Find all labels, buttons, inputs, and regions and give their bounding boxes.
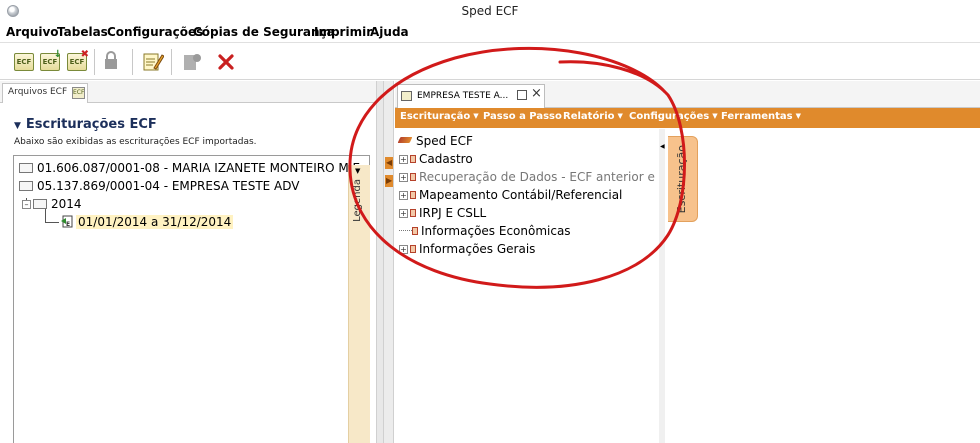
cadastro-label: Cadastro xyxy=(419,152,473,166)
legend-label: Legenda xyxy=(352,179,363,222)
legend-arrow-icon: ▼ xyxy=(355,167,361,175)
book-icon xyxy=(410,191,416,199)
title-bar: Sped ECF xyxy=(0,0,980,22)
lock-icon[interactable] xyxy=(102,51,124,73)
signature-icon[interactable] xyxy=(182,51,204,73)
ecf-file-icon: ECF xyxy=(72,87,85,99)
ecf-delete-icon[interactable]: ECF ✖ xyxy=(67,50,89,73)
tab-arquivos-ecf-label: Arquivos ECF xyxy=(8,87,68,97)
tree-line xyxy=(45,222,59,223)
toolbar-separator xyxy=(132,49,133,75)
tree-item-recuperacao[interactable]: + Recuperação de Dados - ECF anterior e P… xyxy=(399,170,665,184)
recuperacao-label: Recuperação de Dados - ECF anterior e PC xyxy=(419,170,665,184)
toolbar: ECF ECF ↓ ECF ✖ xyxy=(0,43,980,80)
irpj-csll-label: IRPJ E CSLL xyxy=(419,206,487,220)
right-tab-bar: EMPRESA TESTE A... × xyxy=(395,81,980,108)
tab-empresa-teste-label: EMPRESA TESTE A... xyxy=(417,91,509,101)
tree-item-cadastro[interactable]: + Cadastro xyxy=(399,152,473,166)
menu-tabelas[interactable]: Tabelas xyxy=(57,25,108,39)
informacoes-economicas-label: Informações Econômicas xyxy=(421,224,571,238)
close-red-icon[interactable] xyxy=(216,52,238,74)
sped-icon xyxy=(397,137,413,143)
tree-item-irpj-csll[interactable]: + IRPJ E CSLL xyxy=(399,206,486,220)
tree-item-period[interactable]: E 01/01/2014 a 31/12/2014 xyxy=(60,214,234,229)
tree-item-informacoes-economicas[interactable]: Informações Econômicas xyxy=(399,224,571,238)
section-title-text: Escriturações ECF xyxy=(25,117,157,132)
left-scrollbar[interactable] xyxy=(376,81,383,443)
informacoes-gerais-label: Informações Gerais xyxy=(419,242,536,256)
tree-item-year[interactable]: – 2014 xyxy=(22,197,82,211)
menu-bar: Arquivo Tabelas Configurações Cópias de … xyxy=(0,22,980,43)
menu-ajuda[interactable]: Ajuda xyxy=(370,25,409,39)
tree-item-informacoes-gerais[interactable]: + Informações Gerais xyxy=(399,242,535,256)
ecf-icon-label: ECF xyxy=(16,58,32,66)
ecf-icon[interactable]: ECF xyxy=(14,51,36,73)
toolbar-separator xyxy=(94,49,95,75)
left-tab-bar: Arquivos ECF ECF xyxy=(0,81,383,103)
escrituracao-side-tab-label: Escrituração xyxy=(675,145,688,214)
company-1-label: 01.606.087/0001-08 - MARIA IZANETE MONTE… xyxy=(37,161,364,175)
menu-escrituracao[interactable]: Escrituração ▼ xyxy=(400,111,479,122)
folder-icon xyxy=(19,181,33,191)
menu-relatorio[interactable]: Relatório ▼ xyxy=(563,111,623,122)
expand-box-icon[interactable]: + xyxy=(399,209,408,218)
book-icon xyxy=(410,245,416,253)
legend-tab[interactable]: ▼ Legenda xyxy=(348,165,370,443)
right-tree-scrollbar[interactable]: ◀ xyxy=(659,129,665,443)
right-panel: EMPRESA TESTE A... × Escrituração ▼ Passo… xyxy=(395,81,980,443)
menu-arquivo[interactable]: Arquivo xyxy=(6,25,59,39)
expand-box-icon[interactable]: + xyxy=(399,191,408,200)
collapse-left-icon[interactable]: ◀ xyxy=(385,157,393,169)
menu-passo-a-passo[interactable]: Passo a Passo xyxy=(483,111,562,122)
escrituracao-menu-bar: Escrituração ▼ Passo a Passo Relatório ▼ C… xyxy=(395,108,980,128)
mapeamento-label: Mapeamento Contábil/Referencial xyxy=(419,188,623,202)
expand-right-icon[interactable]: ▶ xyxy=(385,175,393,187)
folder-icon xyxy=(19,163,33,173)
svg-text:E: E xyxy=(66,221,70,228)
sped-ecf-tree: Sped ECF + Cadastro + Recuperação de Dados… xyxy=(395,129,665,443)
book-icon xyxy=(410,155,416,163)
tree-item-company-2[interactable]: 05.137.869/0001-04 - EMPRESA TESTE ADV xyxy=(19,179,300,193)
tree-line xyxy=(399,230,412,231)
book-icon xyxy=(410,173,416,181)
period-label: 01/01/2014 a 31/12/2014 xyxy=(76,215,234,229)
tab-empresa-teste[interactable]: EMPRESA TESTE A... × xyxy=(397,84,545,108)
escrituracoes-tree: 01.606.087/0001-08 - MARIA IZANETE MONTE… xyxy=(13,155,370,443)
toolbar-separator xyxy=(171,49,172,75)
edit-icon[interactable] xyxy=(142,51,165,73)
tree-root-sped-ecf[interactable]: Sped ECF xyxy=(397,134,473,148)
left-panel: Arquivos ECF ECF ▼ Escriturações ECF Abai… xyxy=(0,81,383,443)
menu-configuracoes[interactable]: Configurações xyxy=(107,25,203,39)
year-label: 2014 xyxy=(51,197,82,211)
tree-item-mapeamento[interactable]: + Mapeamento Contábil/Referencial xyxy=(399,188,622,202)
escrituracao-side-tab[interactable]: Escrituração xyxy=(668,136,698,222)
panel-splitter[interactable]: ◀ ▶ xyxy=(383,81,394,443)
folder-icon xyxy=(33,199,47,209)
section-subtitle: Abaixo são exibidas as escriturações ECF… xyxy=(14,137,257,147)
tree-item-company-1[interactable]: 01.606.087/0001-08 - MARIA IZANETE MONTE… xyxy=(19,161,364,175)
expand-box-icon[interactable]: + xyxy=(399,173,408,182)
escrituracao-file-icon: E xyxy=(61,215,73,228)
company-2-label: 05.137.869/0001-04 - EMPRESA TESTE ADV xyxy=(37,179,300,193)
tree-root-label: Sped ECF xyxy=(416,134,473,148)
expand-box-icon[interactable]: + xyxy=(399,155,408,164)
collapse-box-icon[interactable]: – xyxy=(22,200,31,209)
collapse-triangle-icon[interactable]: ▼ xyxy=(14,121,21,131)
menu-configuracoes-ecf[interactable]: Configurações ▼ xyxy=(629,111,718,122)
close-icon[interactable]: × xyxy=(531,86,542,101)
window-title: Sped ECF xyxy=(461,4,519,18)
ecf-import-icon[interactable]: ECF ↓ xyxy=(40,50,62,73)
tree-line xyxy=(45,209,46,223)
book-icon xyxy=(412,227,418,235)
scroll-arrow-icon[interactable]: ◀ xyxy=(660,143,665,150)
menu-imprimir[interactable]: Imprimir xyxy=(314,25,372,39)
section-title[interactable]: ▼ Escriturações ECF xyxy=(14,117,157,132)
tab-arquivos-ecf[interactable]: Arquivos ECF ECF xyxy=(2,83,88,103)
menu-ferramentas[interactable]: Ferramentas ▼ xyxy=(721,111,801,122)
maximize-icon[interactable] xyxy=(517,90,527,100)
document-icon xyxy=(401,91,412,101)
book-icon xyxy=(410,209,416,217)
expand-box-icon[interactable]: + xyxy=(399,245,408,254)
